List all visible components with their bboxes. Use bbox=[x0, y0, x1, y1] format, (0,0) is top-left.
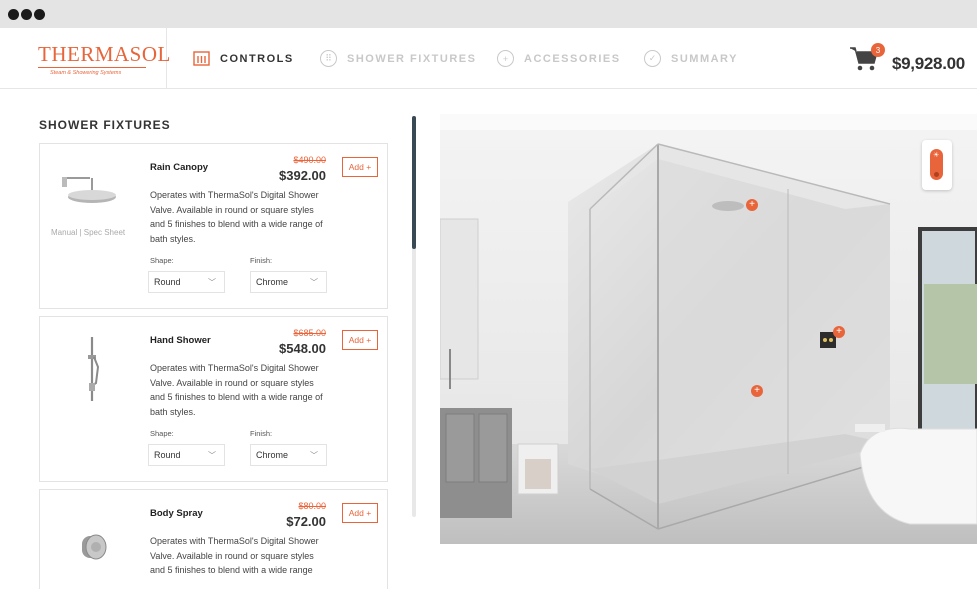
finish-select[interactable]: Chrome ﹀ bbox=[250, 444, 327, 466]
chevron-down-icon: ﹀ bbox=[208, 278, 216, 287]
sale-price: $392.00 bbox=[279, 168, 326, 183]
step-shower-fixtures[interactable]: ⠿ SHOWER FIXTURES bbox=[320, 28, 476, 89]
chevron-down-icon: ﹀ bbox=[310, 451, 318, 460]
check-circle-icon: ✓ bbox=[644, 50, 661, 67]
step-accessories[interactable]: + ACCESSORIES bbox=[497, 28, 621, 89]
window-dot[interactable] bbox=[8, 9, 19, 20]
logo[interactable]: THERMASOL Steam & Showering Systems bbox=[0, 28, 170, 89]
cart-total[interactable]: $9,928.00 bbox=[892, 54, 965, 74]
configurator-app: THERMASOL Steam & Showering Systems CONT… bbox=[0, 28, 977, 589]
shape-select[interactable]: Round ﹀ bbox=[148, 271, 225, 293]
product-card-body-spray: Body Spray $80.00 $72.00 Add + Operates … bbox=[39, 489, 388, 589]
controls-icon bbox=[193, 50, 210, 67]
chevron-down-icon: ﹀ bbox=[208, 451, 216, 460]
cart-count-badge: 3 bbox=[871, 43, 885, 57]
step-label: SHOWER FIXTURES bbox=[347, 52, 477, 65]
step-controls[interactable]: CONTROLS bbox=[193, 28, 294, 89]
add-button[interactable]: Add + bbox=[342, 330, 378, 350]
steam-toggle[interactable]: ☀ bbox=[922, 140, 952, 190]
step-label: CONTROLS bbox=[220, 52, 294, 65]
product-description: Operates with ThermaSol's Digital Shower… bbox=[150, 536, 319, 575]
sale-price: $72.00 bbox=[286, 514, 326, 529]
list-scrollbar-thumb[interactable] bbox=[412, 116, 416, 249]
product-name: Rain Canopy bbox=[150, 162, 209, 173]
finish-select[interactable]: Chrome ﹀ bbox=[250, 271, 327, 293]
window-dot[interactable] bbox=[34, 9, 45, 20]
original-price: $80.00 bbox=[298, 501, 326, 511]
shape-value: Round bbox=[154, 277, 181, 287]
body-spray-image bbox=[60, 510, 124, 574]
hand-shower-image bbox=[60, 337, 124, 401]
add-button[interactable]: Add + bbox=[342, 157, 378, 177]
step-label: ACCESSORIES bbox=[524, 52, 621, 65]
product-card-rain-canopy: Manual | Spec Sheet Rain Canopy $490.00 … bbox=[39, 143, 388, 309]
brand-name: THERMASOL bbox=[38, 42, 171, 66]
grid-circle-icon: ⠿ bbox=[320, 50, 337, 67]
product-description: Operates with ThermaSol's Digital Shower… bbox=[150, 190, 323, 244]
manual-spec-links[interactable]: Manual | Spec Sheet bbox=[51, 228, 125, 237]
hotspot-rain-canopy[interactable]: + bbox=[746, 199, 758, 211]
shape-label: Shape: bbox=[150, 429, 174, 438]
rain-canopy-image bbox=[60, 164, 124, 228]
original-price: $490.00 bbox=[293, 155, 326, 165]
add-button[interactable]: Add + bbox=[342, 503, 378, 523]
chevron-down-icon: ﹀ bbox=[310, 278, 318, 287]
sun-icon: ☀ bbox=[933, 152, 940, 159]
sale-price: $548.00 bbox=[279, 341, 326, 356]
original-price: $685.00 bbox=[293, 328, 326, 338]
browser-chrome bbox=[0, 0, 977, 28]
shape-select[interactable]: Round ﹀ bbox=[148, 444, 225, 466]
shape-label: Shape: bbox=[150, 256, 174, 265]
bathroom-preview: + + + bbox=[440, 114, 977, 544]
finish-value: Chrome bbox=[256, 450, 289, 460]
product-card-hand-shower: Hand Shower $685.00 $548.00 Add + Operat… bbox=[39, 316, 388, 482]
finish-value: Chrome bbox=[256, 277, 289, 287]
step-label: SUMMARY bbox=[671, 52, 738, 65]
brand-underline bbox=[38, 67, 146, 68]
plus-circle-icon: + bbox=[497, 50, 514, 67]
hotspot-hand-shower[interactable]: + bbox=[751, 385, 763, 397]
toggle-knob bbox=[934, 172, 939, 177]
finish-label: Finish: bbox=[250, 256, 273, 265]
top-bar: THERMASOL Steam & Showering Systems CONT… bbox=[0, 28, 977, 89]
shape-value: Round bbox=[154, 450, 181, 460]
product-name: Hand Shower bbox=[150, 335, 211, 346]
product-name: Body Spray bbox=[150, 508, 203, 519]
section-title: SHOWER FIXTURES bbox=[39, 118, 171, 132]
bathroom-render-image bbox=[440, 114, 977, 544]
brand-tagline: Steam & Showering Systems bbox=[50, 70, 122, 76]
finish-label: Finish: bbox=[250, 429, 273, 438]
step-summary[interactable]: ✓ SUMMARY bbox=[644, 28, 738, 89]
hotspot-valve[interactable]: + bbox=[833, 326, 845, 338]
window-dot[interactable] bbox=[21, 9, 32, 20]
product-description: Operates with ThermaSol's Digital Shower… bbox=[150, 363, 323, 417]
